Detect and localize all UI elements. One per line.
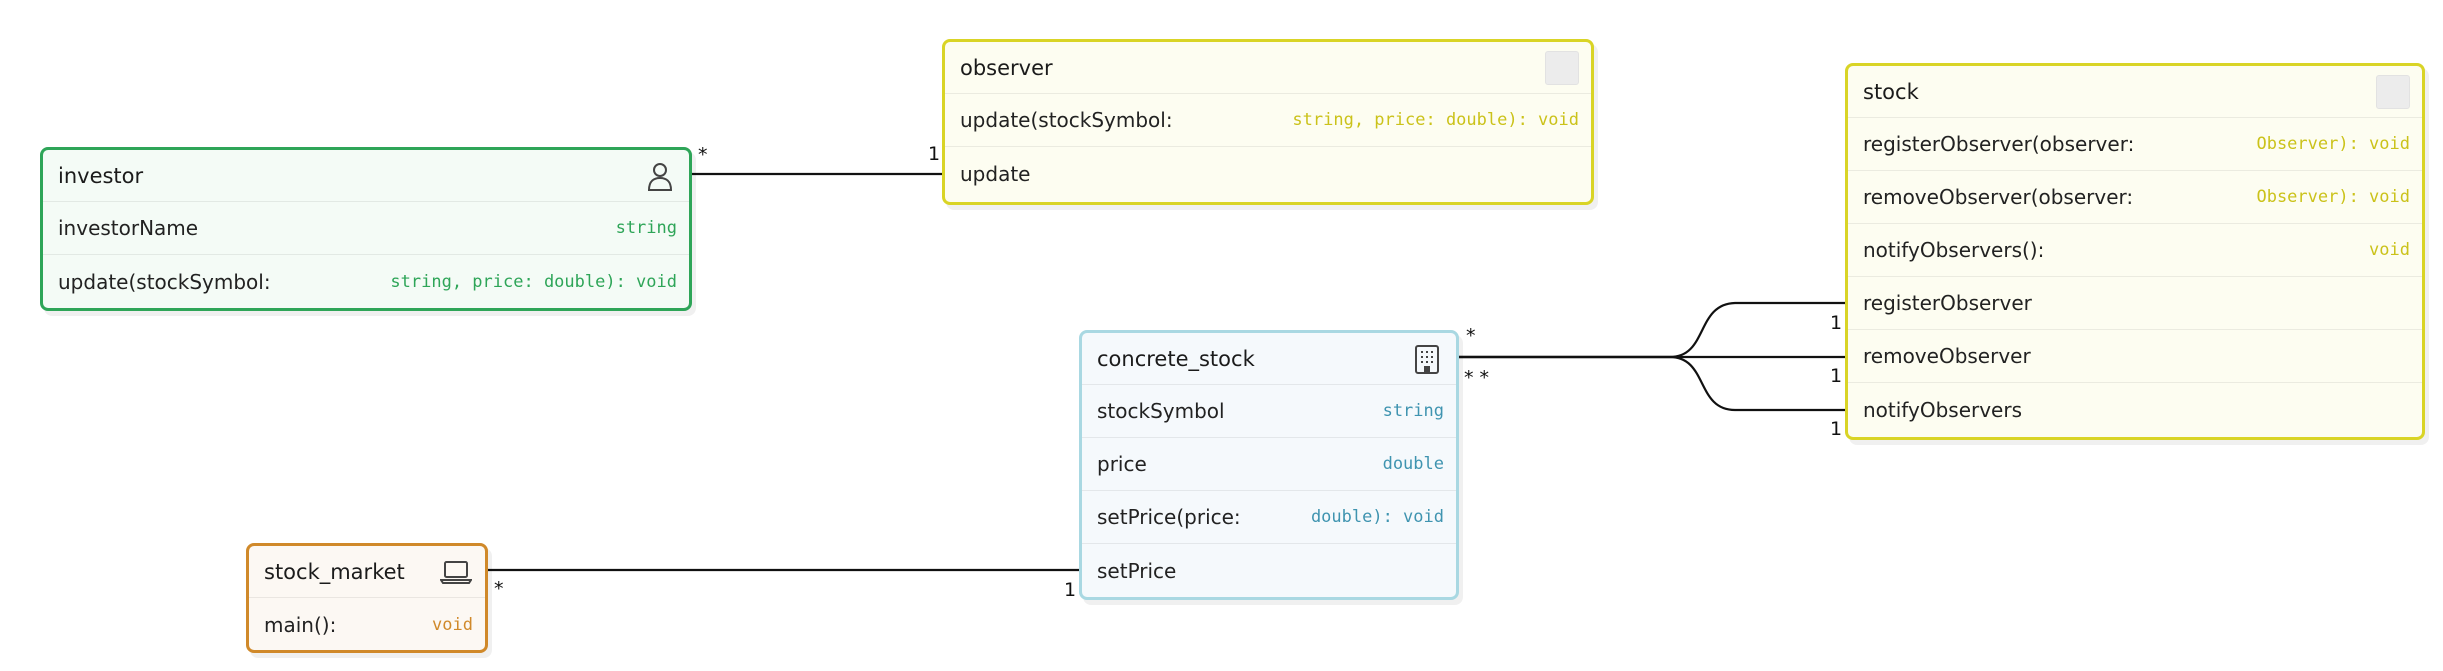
- entity-stock-method-notify-observers[interactable]: notifyObservers(): void: [1848, 224, 2422, 277]
- multiplicity-concrete-stock-target: 1: [1064, 579, 1077, 601]
- edge-concrete-stock-notify-observers[interactable]: [1452, 355, 1851, 412]
- entity-stock-port-notify-observers[interactable]: notifyObservers: [1848, 383, 2422, 436]
- port-name: notifyObservers: [1863, 397, 2023, 422]
- entity-stock-method-register-observer[interactable]: registerObserver(observer: Observer): vo…: [1848, 118, 2422, 171]
- multiplicity-stock-market-source: *: [494, 578, 504, 600]
- entity-observer-method-update-signature[interactable]: update(stockSymbol: string, price: doubl…: [945, 94, 1591, 147]
- entity-stock-header[interactable]: stock: [1848, 66, 2422, 118]
- port-name: setPrice: [1097, 558, 1177, 583]
- entity-stock-market-header[interactable]: stock_market: [249, 546, 485, 598]
- entity-concrete-stock-title: concrete_stock: [1097, 346, 1255, 371]
- method-type: string, price: double): void: [390, 271, 677, 292]
- entity-concrete-stock-field-price[interactable]: price double: [1082, 438, 1456, 491]
- entity-concrete-stock[interactable]: concrete_stock stockSymbol string price …: [1079, 330, 1459, 600]
- multiplicity-investor-source: *: [698, 144, 708, 166]
- entity-concrete-stock-method-set-price[interactable]: setPrice(price: double): void: [1082, 491, 1456, 544]
- multiplicity-observer-target: 1: [928, 143, 941, 165]
- entity-concrete-stock-header[interactable]: concrete_stock: [1082, 333, 1456, 385]
- method-name: setPrice(price:: [1097, 505, 1241, 529]
- method-name: update(stockSymbol:: [58, 269, 271, 294]
- port-name: removeObserver: [1863, 344, 2031, 368]
- placeholder-icon: [1545, 50, 1579, 85]
- entity-investor-method-update[interactable]: update(stockSymbol: string, price: doubl…: [43, 255, 689, 308]
- entity-stock-port-remove-observer[interactable]: removeObserver: [1848, 330, 2422, 383]
- method-type: Observer): void: [2256, 187, 2410, 207]
- multiplicity-stock-target-notify: 1: [1830, 418, 1843, 440]
- multiplicity-stock-target-remove: 1: [1830, 365, 1843, 387]
- entity-observer[interactable]: observer update(stockSymbol: string, pri…: [942, 39, 1594, 205]
- entity-observer-port-update[interactable]: update: [945, 147, 1591, 200]
- method-name: update(stockSymbol:: [960, 108, 1173, 132]
- field-name: stockSymbol: [1097, 399, 1225, 423]
- entity-investor[interactable]: investor investorName string update(stoc…: [40, 147, 692, 311]
- method-type: void: [2369, 240, 2410, 260]
- entity-stock-market-method-main[interactable]: main(): void: [249, 598, 485, 650]
- entity-stock-market[interactable]: stock_market main(): void: [246, 543, 488, 653]
- multiplicity-concrete-stock-source-a: *: [1466, 325, 1476, 347]
- field-name: price: [1097, 452, 1147, 476]
- entity-stock-method-remove-observer[interactable]: removeObserver(observer: Observer): void: [1848, 171, 2422, 224]
- entity-stock[interactable]: stock registerObserver(observer: Observe…: [1845, 63, 2425, 440]
- multiplicity-concrete-stock-source-b: * *: [1464, 367, 1490, 389]
- edge-concrete-stock-register-observer[interactable]: [1452, 301, 1851, 359]
- entity-investor-title: investor: [58, 163, 144, 188]
- field-type: double: [1382, 454, 1444, 474]
- method-name: removeObserver(observer:: [1863, 185, 2134, 209]
- entity-investor-field-investor-name[interactable]: investorName string: [43, 202, 689, 255]
- entity-concrete-stock-port-set-price[interactable]: setPrice: [1082, 544, 1456, 597]
- port-name: registerObserver: [1863, 291, 2032, 315]
- method-type: Observer): void: [2256, 134, 2410, 154]
- entity-stock-market-title: stock_market: [264, 559, 405, 584]
- entity-stock-port-register-observer[interactable]: registerObserver: [1848, 277, 2422, 330]
- entity-observer-title: observer: [960, 55, 1053, 80]
- person-icon: [643, 159, 677, 193]
- entity-stock-title: stock: [1863, 79, 1919, 104]
- field-type: string: [1382, 401, 1444, 421]
- entity-investor-header[interactable]: investor: [43, 150, 689, 202]
- laptop-icon: [439, 555, 473, 589]
- entity-observer-header[interactable]: observer: [945, 42, 1591, 94]
- method-type: void: [432, 614, 473, 635]
- placeholder-icon: [2376, 74, 2410, 109]
- field-type: string: [615, 218, 677, 238]
- method-name: registerObserver(observer:: [1863, 132, 2135, 156]
- method-type: string, price: double): void: [1292, 110, 1579, 130]
- method-name: main():: [264, 612, 337, 637]
- port-name: update: [960, 161, 1031, 186]
- method-name: notifyObservers():: [1863, 238, 2045, 262]
- entity-concrete-stock-field-stock-symbol[interactable]: stockSymbol string: [1082, 385, 1456, 438]
- field-name: investorName: [58, 216, 199, 240]
- building-icon: [1410, 342, 1444, 376]
- multiplicity-stock-target-register: 1: [1830, 312, 1843, 334]
- method-type: double): void: [1310, 507, 1444, 527]
